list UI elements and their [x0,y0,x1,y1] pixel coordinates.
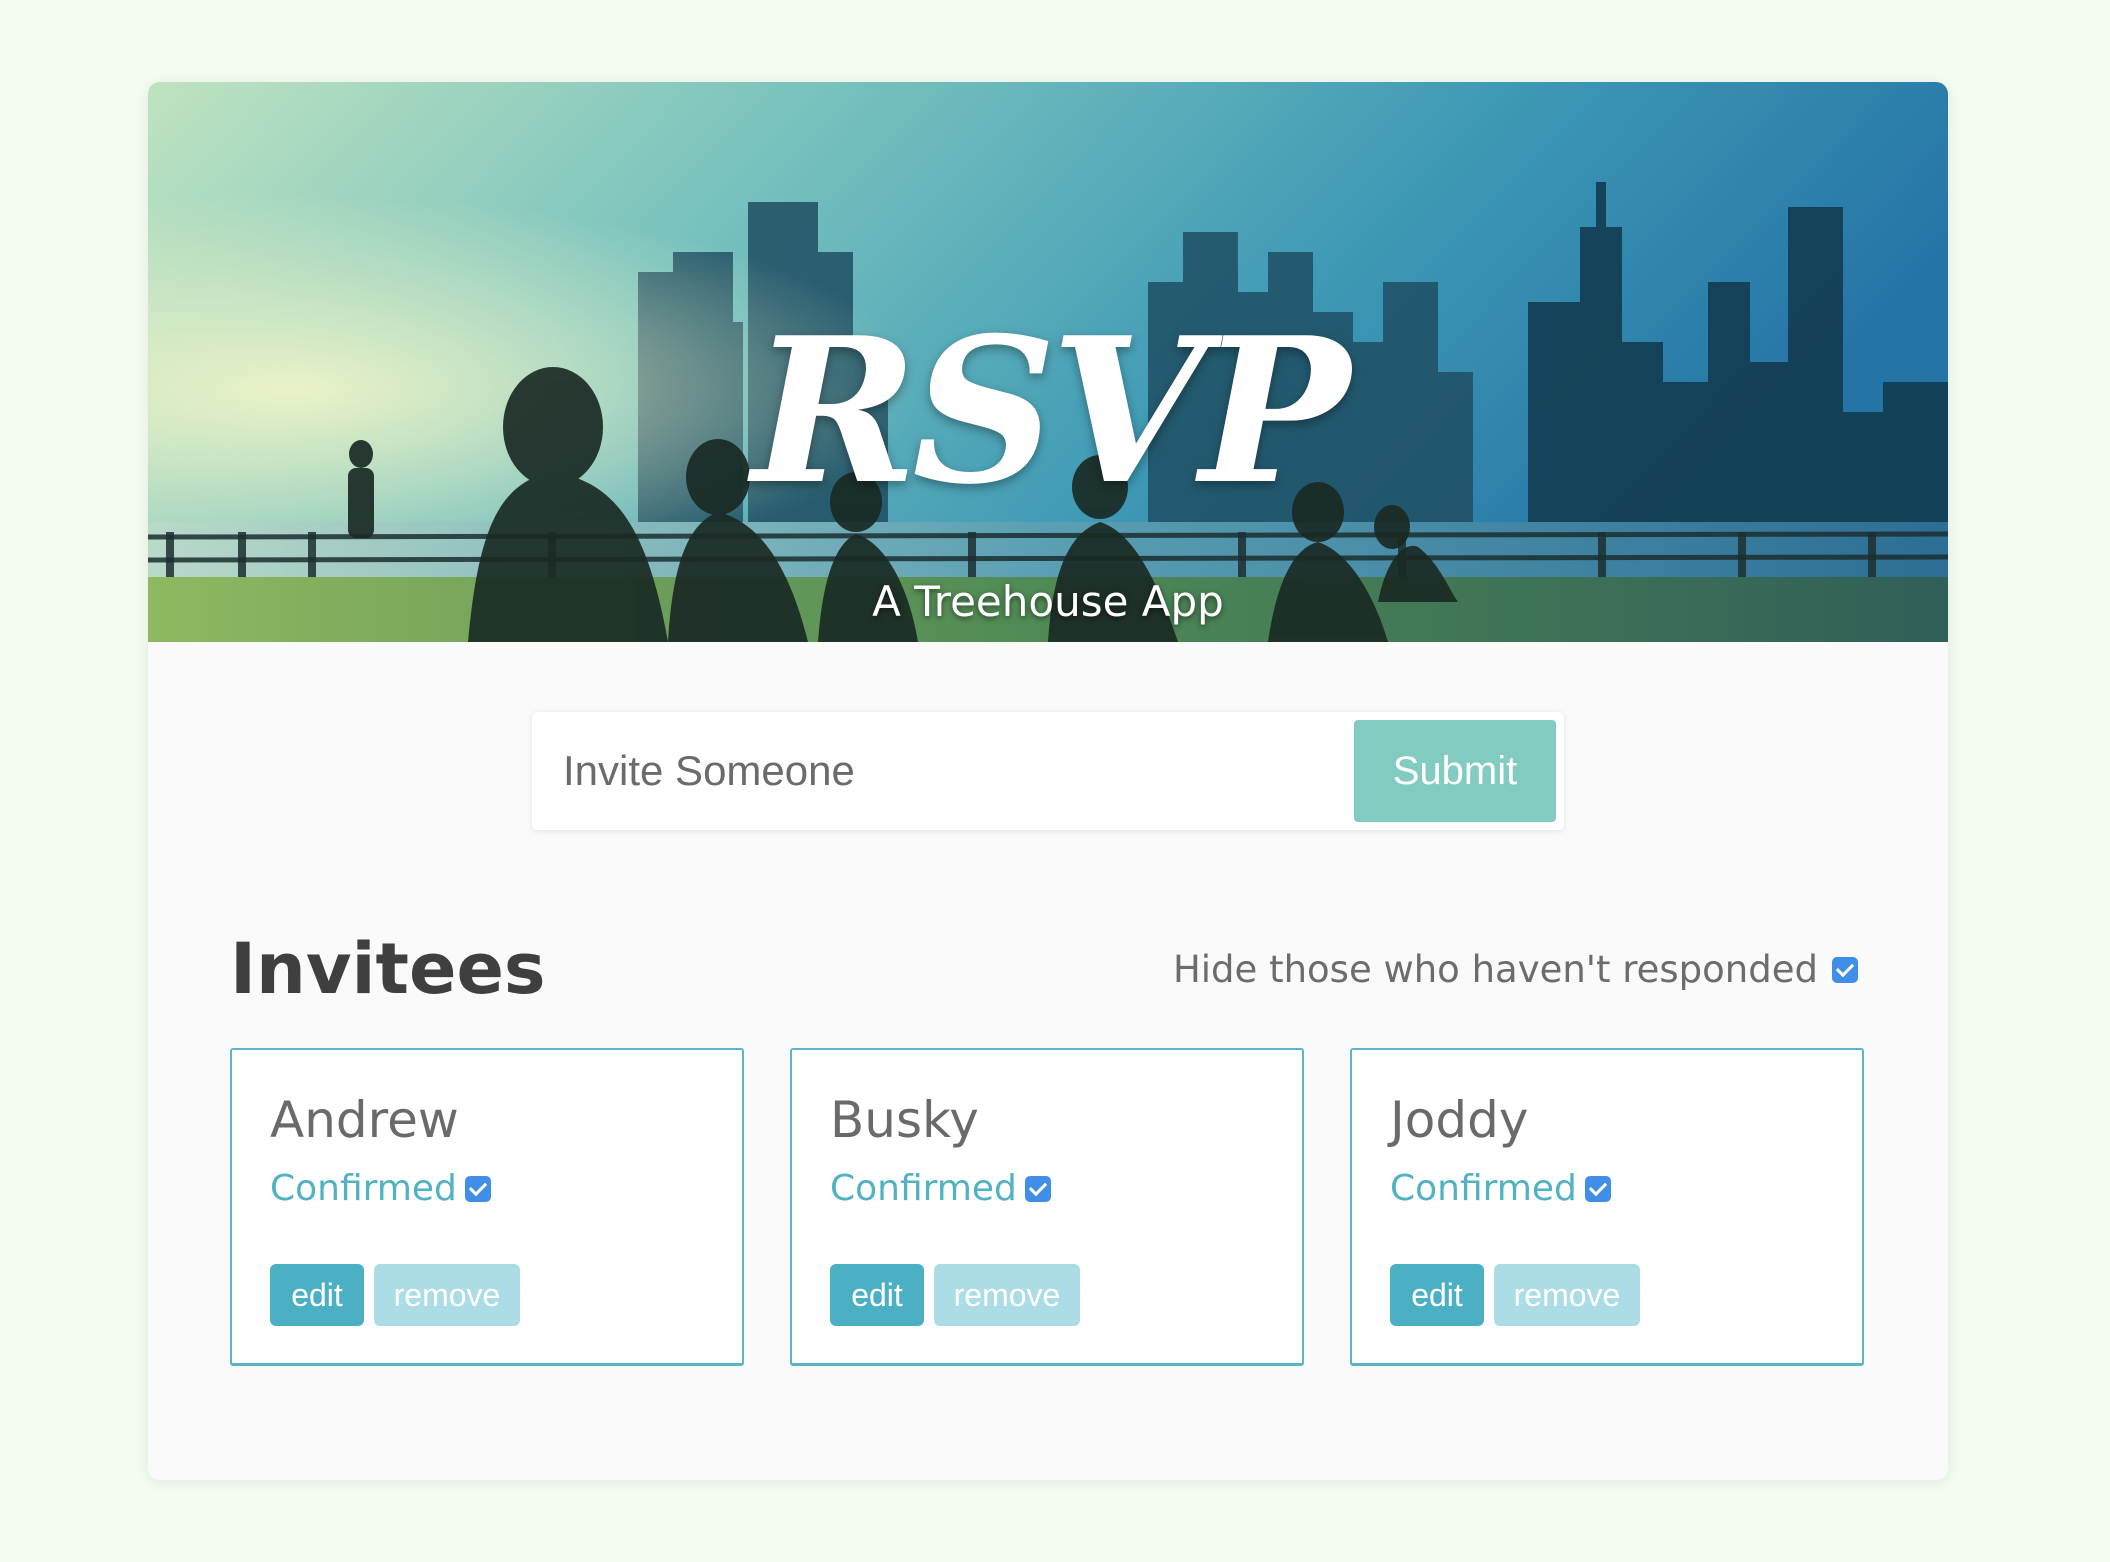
invitee-card: Andrew Confirmed edit remove [230,1048,744,1366]
edit-button[interactable]: edit [270,1264,364,1326]
confirmed-label: Confirmed [1390,1168,1577,1209]
confirmed-label: Confirmed [830,1168,1017,1209]
remove-button[interactable]: remove [934,1264,1080,1326]
card-actions: edit remove [830,1264,1080,1326]
confirmed-checkbox[interactable] [464,1175,491,1202]
invitee-name: Busky [830,1091,979,1149]
invitee-card: Busky Confirmed edit remove [790,1048,1304,1366]
hide-unresponded-checkbox[interactable] [1832,956,1858,983]
confirmed-checkbox[interactable] [1024,1175,1051,1202]
edit-button[interactable]: edit [830,1264,924,1326]
filter-label: Hide those who haven't responded [1172,948,1818,991]
remove-button[interactable]: remove [1494,1264,1640,1326]
card-actions: edit remove [270,1264,520,1326]
invitee-name: Andrew [270,1091,459,1149]
confirmed-toggle[interactable]: Confirmed [270,1168,491,1209]
invitee-name: Joddy [1390,1091,1529,1149]
confirmed-checkbox[interactable] [1584,1175,1611,1202]
app-title: RSVP [751,294,1350,529]
invitee-card: Joddy Confirmed edit remove [1350,1048,1864,1366]
confirmed-label: Confirmed [270,1168,457,1209]
app-container: RSVP A Treehouse App Submit Invitees Hid… [148,82,1948,1480]
invite-input[interactable] [532,712,1352,830]
edit-button[interactable]: edit [1390,1264,1484,1326]
invitees-heading: Invitees [230,928,546,1010]
remove-button[interactable]: remove [374,1264,520,1326]
card-actions: edit remove [1390,1264,1640,1326]
submit-button[interactable]: Submit [1354,720,1556,822]
hero-banner: RSVP A Treehouse App [148,82,1948,642]
app-subtitle: A Treehouse App [872,577,1224,626]
hide-unresponded-filter[interactable]: Hide those who haven't responded [1173,948,1858,991]
confirmed-toggle[interactable]: Confirmed [1390,1168,1611,1209]
invite-form: Submit [532,712,1564,830]
confirmed-toggle[interactable]: Confirmed [830,1168,1051,1209]
